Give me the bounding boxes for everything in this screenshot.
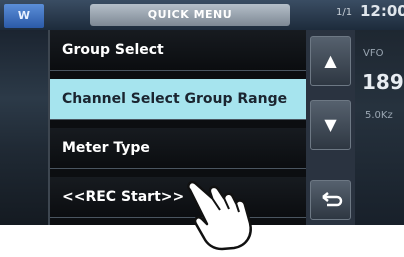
background-right-panel: VFO 5.0Kz (355, 30, 404, 225)
scroll-down-button[interactable]: ▼ (310, 100, 351, 150)
step-label: 5.0Kz (365, 110, 393, 121)
clock: 12:00 (360, 2, 404, 20)
tapping-hand-icon (187, 181, 252, 251)
menu-item-group-select[interactable]: Group Select (50, 30, 308, 71)
frequency-digits: 189 (362, 70, 404, 94)
status-bar: W QUICK MENU 1/1 12:00 (0, 0, 404, 30)
background-left-panel (0, 30, 48, 225)
menu-item-meter-type[interactable]: Meter Type (50, 128, 308, 169)
return-icon (321, 192, 342, 207)
mode-badge: W (4, 4, 44, 28)
page-indicator: 1/1 (336, 7, 353, 18)
triangle-up-icon: ▲ (324, 51, 337, 70)
menu-item-channel-select-group-range[interactable]: Channel Select Group Range (50, 79, 308, 120)
vfo-label: VFO (363, 48, 384, 59)
quick-menu-title: QUICK MENU (90, 4, 290, 26)
menu-item-rec-start[interactable]: <<REC Start>> (50, 177, 308, 218)
scroll-up-button[interactable]: ▲ (310, 36, 351, 86)
back-button[interactable] (310, 180, 351, 220)
triangle-down-icon: ▼ (324, 115, 337, 134)
quick-menu-list: Group Select Channel Select Group Range … (48, 30, 308, 225)
scroll-column: ▲ ▼ (306, 30, 355, 225)
